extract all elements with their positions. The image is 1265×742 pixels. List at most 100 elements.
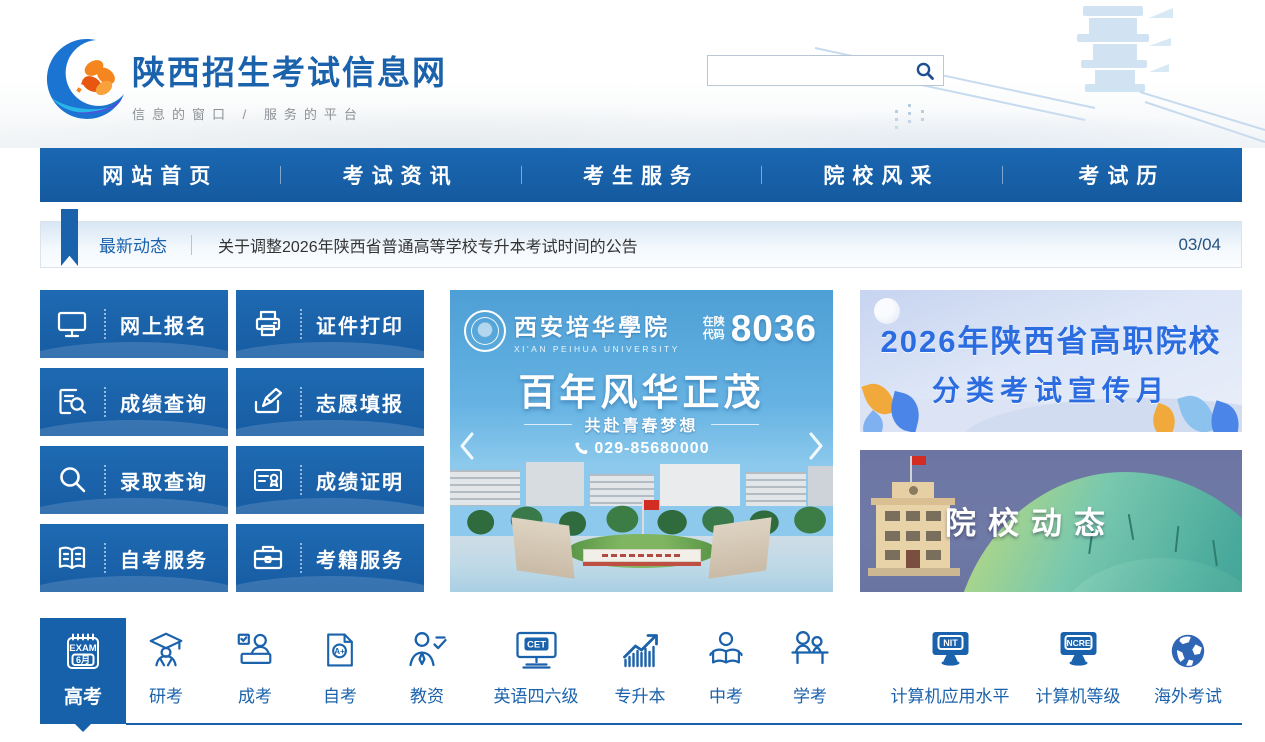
svg-text:NCRE: NCRE [1066, 638, 1090, 648]
graduate-icon [145, 624, 187, 672]
monitor-icon [40, 306, 104, 342]
category-xuekao[interactable]: 学考 [788, 624, 832, 707]
header: 陕西招生考试信息网 信息的窗口 / 服务的平台 [0, 0, 1265, 148]
ticker-date: 03/04 [1178, 234, 1221, 254]
college-news-banner[interactable]: 院校动态 [860, 450, 1242, 592]
site-title: 陕西招生考试信息网 [132, 54, 447, 91]
carousel-prev-button[interactable] [454, 426, 480, 466]
svg-text:A+: A+ [334, 647, 345, 656]
quick-link-score-certificate[interactable]: 成绩证明 [236, 446, 424, 514]
promo-title-line1: 2026年陕西省高职院校 [880, 324, 1222, 359]
phone-number: 029-85680000 [594, 440, 710, 457]
score-search-icon [40, 384, 104, 420]
dotted-divider [300, 543, 302, 573]
brand-block: 陕西招生考试信息网 信息的窗口 / 服务的平台 [132, 46, 447, 123]
code-label-top: 在陕 [702, 316, 725, 329]
category-overseas[interactable]: 海外考试 [1154, 624, 1222, 707]
code-label-bottom: 代码 [702, 329, 725, 341]
promo-banner[interactable]: 2026年陕西省高职院校 分类考试宣传月 [860, 290, 1242, 432]
college-news-title: 院校动态 [945, 506, 1117, 541]
nav-item-college-showcase[interactable]: 院校风采 [761, 148, 1001, 202]
gate-wedge-left [511, 517, 575, 579]
dotted-divider [104, 387, 106, 417]
quick-link-online-registration[interactable]: 网上报名 [40, 290, 228, 358]
gate-wedge-right [708, 517, 772, 579]
cet-monitor-icon: CET [513, 624, 559, 672]
search-box [707, 55, 944, 86]
category-label: 专升本 [614, 687, 666, 706]
quick-link-exam-record-service[interactable]: 考籍服务 [236, 524, 424, 592]
university-name-en: XI'AN PEIHUA UNIVERSITY [514, 344, 680, 354]
quick-links-grid: 网上报名 证件打印 成绩查询 志愿填报 录取查询 成绩证明 自考服务 考籍服务 [40, 290, 424, 592]
code-value: 8036 [730, 308, 817, 349]
main-nav: 网站首页 考试资讯 考生服务 院校风采 考试历 [40, 148, 1242, 202]
exam-category-bar: EXAM 6月 高考 研考 成考 A+ 自考 教资 CET 英语四六级 专升本 … [0, 618, 1265, 742]
category-label: 海外考试 [1154, 687, 1222, 706]
category-label: 自考 [323, 687, 357, 706]
quick-link-label: 证件打印 [316, 315, 404, 338]
bookmark-ribbon-icon [61, 209, 78, 266]
category-cet[interactable]: CET 英语四六级 [494, 624, 579, 707]
teacher-cert-icon [405, 624, 449, 672]
nav-item-candidate-services[interactable]: 考生服务 [520, 148, 761, 202]
dotted-divider [300, 387, 302, 417]
quick-link-volunteer-fill[interactable]: 志愿填报 [236, 368, 424, 436]
dotted-divider [104, 543, 106, 573]
nav-item-home[interactable]: 网站首页 [40, 148, 280, 202]
carousel-next-button[interactable] [803, 426, 829, 466]
ticker-headline-link[interactable]: 关于调整2026年陕西省普通高等学校专升本考试时间的公告 [218, 233, 1178, 257]
flower-bed [582, 562, 701, 566]
quick-link-certificate-print[interactable]: 证件打印 [236, 290, 424, 358]
carousel-slogan-sub: 共赴青春梦想 [450, 412, 833, 436]
category-zhongkao[interactable]: 中考 [705, 624, 747, 707]
search-button[interactable] [907, 56, 943, 85]
chevron-left-icon [460, 432, 474, 460]
quick-link-self-exam-service[interactable]: 自考服务 [40, 524, 228, 592]
category-zikao[interactable]: A+ 自考 [320, 624, 360, 707]
hero-carousel[interactable]: 西安培华學院 XI'AN PEIHUA UNIVERSITY 在陕 代码 803… [450, 290, 833, 592]
category-label: 学考 [793, 687, 827, 706]
university-brand: 西安培华學院 XI'AN PEIHUA UNIVERSITY [464, 308, 680, 354]
category-label: 教资 [410, 687, 444, 706]
campus-photo [450, 460, 833, 592]
category-ncre[interactable]: NCRE 计算机等级 [1036, 624, 1121, 707]
category-underline [126, 723, 1242, 725]
nav-item-exam-calendar[interactable]: 考试历 [1001, 148, 1242, 202]
site-slogan: 信息的窗口 / 服务的平台 [132, 107, 364, 122]
nav-item-exam-news[interactable]: 考试资讯 [280, 148, 520, 202]
reading-student-icon [705, 624, 747, 672]
category-label: 研考 [149, 687, 183, 706]
category-yankao[interactable]: 研考 [145, 624, 187, 707]
quick-link-label: 成绩查询 [120, 393, 208, 416]
svg-text:EXAM: EXAM [69, 643, 97, 654]
category-jiaozi[interactable]: 教资 [405, 624, 449, 707]
svg-text:6月: 6月 [76, 655, 90, 665]
red-flag [643, 500, 659, 510]
category-label: 计算机应用水平 [890, 687, 1010, 706]
briefcase-icon [236, 540, 300, 576]
category-chengkao[interactable]: 成考 [234, 624, 276, 707]
dotted-divider [104, 309, 106, 339]
category-tab-gaokao[interactable]: EXAM 6月 高考 [40, 618, 126, 732]
globe-icon [1167, 624, 1209, 672]
site-logo[interactable] [42, 36, 130, 124]
nit-monitor-icon: NIT [927, 624, 973, 672]
open-book-icon [40, 540, 104, 576]
category-nit[interactable]: NIT 计算机应用水平 [891, 624, 1010, 707]
svg-text:CET: CET [527, 640, 546, 651]
certificate-icon [236, 462, 300, 498]
carousel-slogan-main: 百年风华正茂 [518, 373, 765, 414]
news-ticker: 最新动态 关于调整2026年陕西省普通高等学校专升本考试时间的公告 03/04 [40, 209, 1242, 268]
quick-link-score-inquiry[interactable]: 成绩查询 [40, 368, 228, 436]
printer-icon [236, 306, 300, 342]
page: 陕西招生考试信息网 信息的窗口 / 服务的平台 网站首页 考试资讯 考生服务 院… [0, 0, 1265, 742]
search-input[interactable] [708, 56, 907, 85]
logo-swirl-icon [46, 38, 124, 119]
pencil-form-icon [236, 384, 300, 420]
quick-link-admission-inquiry[interactable]: 录取查询 [40, 446, 228, 514]
category-zhuanshengben[interactable]: 专升本 [615, 624, 666, 707]
ticker-label: 最新动态 [99, 237, 167, 256]
quick-link-label: 录取查询 [120, 471, 208, 494]
university-seal-icon [464, 310, 506, 352]
magnifier-icon [40, 462, 104, 498]
